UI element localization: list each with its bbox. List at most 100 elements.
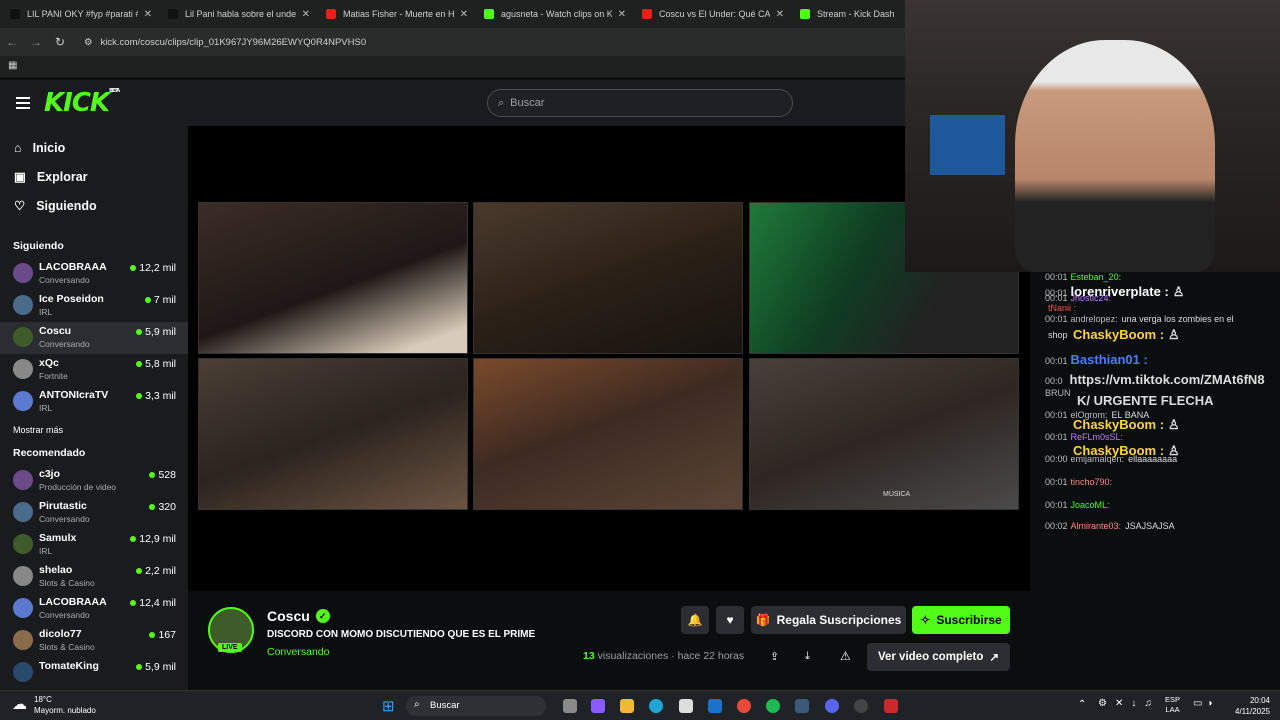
- start-icon[interactable]: ⊞: [382, 697, 395, 715]
- sidebar-channel[interactable]: Pirutastic Conversando 320: [0, 497, 188, 529]
- sidebar-channel[interactable]: LACOBRAAA Conversando 12,2 mil: [0, 258, 188, 290]
- avatar: [13, 295, 33, 315]
- back-icon[interactable]: ←: [0, 35, 24, 49]
- download-icon[interactable]: ⤓: [805, 650, 810, 663]
- site-info-icon[interactable]: ⚙: [84, 37, 93, 48]
- discord-icon[interactable]: [825, 699, 839, 713]
- full-video-button[interactable]: Ver video completo ↗: [867, 643, 1010, 671]
- tray-chevron-icon[interactable]: ⌃: [1078, 699, 1086, 710]
- chat-text: una verga los zombies en el: [1121, 314, 1234, 324]
- app-icon[interactable]: [884, 699, 898, 713]
- chat-timestamp: 00:02: [1045, 521, 1068, 531]
- sidebar-channel[interactable]: shelao Slots & Casino 2,2 mil: [0, 561, 188, 593]
- nav-following[interactable]: ♡ Siguiendo: [0, 191, 188, 220]
- live-dot-icon: [149, 504, 156, 510]
- chat-message: 00:01 Basthian01 :: [1045, 352, 1152, 367]
- sidebar-channel[interactable]: Coscu Conversando 5,9 mil: [0, 322, 188, 354]
- report-icon[interactable]: ⚠: [840, 649, 851, 663]
- viewer-count: 12,9 mil: [139, 533, 176, 545]
- sidebar-channel[interactable]: xQc Fortnite 5,8 mil: [0, 354, 188, 386]
- url-text[interactable]: kick.com/coscu/clips/clip_01K967JY96M26E…: [101, 37, 367, 48]
- task-view-icon[interactable]: [563, 699, 577, 713]
- tab-favicon-icon: [168, 9, 178, 19]
- sidebar-channel[interactable]: Samulx IRL 12,9 mil: [0, 529, 188, 561]
- sidebar-channel[interactable]: Ice Poseidon IRL 7 mil: [0, 290, 188, 322]
- external-link-icon: ↗: [989, 652, 1000, 664]
- store-icon[interactable]: [679, 699, 693, 713]
- browser-tab[interactable]: agusneta - Watch clips on Kick ✕: [474, 0, 632, 28]
- edge-icon[interactable]: [649, 699, 663, 713]
- nav-explore[interactable]: ▣ Explorar: [0, 162, 188, 191]
- sidebar-channel[interactable]: LACOBRAAA Conversando 12,4 mil: [0, 593, 188, 625]
- live-dot-icon: [136, 393, 143, 399]
- obs-icon[interactable]: [854, 699, 868, 713]
- browser-tab[interactable]: LIL PANI OKY #fyp #parati #oky ✕: [0, 0, 158, 28]
- kick-logo[interactable]: KICKBETA: [44, 88, 120, 118]
- chrome-icon[interactable]: [737, 699, 751, 713]
- spotify-icon[interactable]: [766, 699, 780, 713]
- sidebar-channel[interactable]: TomateKing 5,9 mil: [0, 657, 188, 689]
- reload-icon[interactable]: ↻: [48, 35, 72, 49]
- show-more-link[interactable]: Mostrar más: [0, 425, 188, 435]
- channel-name[interactable]: Coscu ✓: [267, 608, 330, 624]
- chat-message: ChaskyBoom : ♙: [1070, 327, 1180, 343]
- browser-tab[interactable]: Lil Pani habla sobre el under ✕: [158, 0, 316, 28]
- chat-username: ReFLm0sSL:: [1070, 432, 1124, 442]
- verified-icon: ✓: [315, 609, 330, 623]
- notifications-button[interactable]: 🔔: [681, 606, 709, 634]
- apps-icon[interactable]: ▦: [8, 60, 17, 71]
- close-tab-icon[interactable]: ✕: [776, 9, 784, 20]
- network-volume-icons[interactable]: ▭◗: [1193, 698, 1219, 709]
- avatar: [13, 391, 33, 411]
- follow-button[interactable]: ♥: [716, 606, 744, 634]
- taskbar-search[interactable]: Buscar: [406, 696, 546, 716]
- channel-category: Conversando: [39, 610, 90, 620]
- gift-subs-button[interactable]: 🎁 Regala Suscripciones: [751, 606, 906, 634]
- sidebar: ⌂ Inicio ▣ Explorar ♡ Siguiendo Siguiendo L…: [0, 126, 188, 690]
- copilot-icon[interactable]: [591, 699, 605, 713]
- tray-icons[interactable]: ⚙✕↓♫: [1098, 698, 1160, 709]
- chat-message: ChaskyBoom : ♙: [1070, 417, 1180, 433]
- tab-favicon-icon: [10, 9, 20, 19]
- home-icon: ⌂: [14, 140, 22, 155]
- live-dot-icon: [136, 361, 143, 367]
- sidebar-channel[interactable]: dicolo77 Slots & Casino 167: [0, 625, 188, 657]
- viewer-count: 5,8 mil: [145, 358, 176, 370]
- chat-timestamp: 00:0: [1045, 376, 1063, 386]
- chat-timestamp: 00:01: [1045, 272, 1068, 282]
- close-tab-icon[interactable]: ✕: [460, 9, 468, 20]
- clip-info: LIVE Coscu ✓ DISCORD CON MOMO DISCUTIENDO…: [188, 591, 1030, 690]
- outlook-icon[interactable]: [708, 699, 722, 713]
- channel-name: xQc: [39, 357, 59, 369]
- sidebar-channel[interactable]: ANTONIcraTV IRL 3,3 mil: [0, 386, 188, 418]
- search-input[interactable]: ⌕ Buscar: [487, 89, 793, 117]
- steam-icon[interactable]: [795, 699, 809, 713]
- nav-home[interactable]: ⌂ Inicio: [0, 133, 188, 162]
- close-tab-icon[interactable]: ✕: [302, 9, 310, 20]
- menu-icon[interactable]: [16, 94, 30, 112]
- video-tile: [473, 202, 743, 354]
- clock[interactable]: 20:04 4/11/2025: [1228, 695, 1270, 717]
- chat-timestamp: 00:00: [1045, 454, 1068, 464]
- live-dot-icon: [149, 632, 156, 638]
- viewer-count: 12,2 mil: [139, 262, 176, 274]
- chat-overlay: 00:01 Esteban_20: 00:01 lorenriverplate : ♙ 0…: [1030, 272, 1280, 602]
- viewer-count: 320: [158, 501, 176, 513]
- share-icon[interactable]: ⇪: [770, 650, 779, 663]
- viewer-count: 7 mil: [153, 294, 176, 306]
- channel-category: IRL: [39, 403, 53, 413]
- close-tab-icon[interactable]: ✕: [144, 9, 152, 20]
- stream-category[interactable]: Conversando: [267, 646, 329, 658]
- forward-icon[interactable]: →: [24, 35, 48, 49]
- browser-tab[interactable]: Coscu vs El Under: Qué CARAJO ✕: [632, 0, 790, 28]
- language-indicator[interactable]: ESP LAA: [1165, 695, 1180, 715]
- star-icon: ✧: [920, 613, 931, 627]
- sidebar-channel[interactable]: c3jo Producción de video 528: [0, 465, 188, 497]
- kick-header: KICKBETA ⌕ Buscar: [0, 80, 1030, 126]
- close-tab-icon[interactable]: ✕: [618, 9, 626, 20]
- subscribe-button[interactable]: ✧ Suscribirse: [912, 606, 1010, 634]
- browser-tab[interactable]: Matias Fisher - Muerte en Halle ✕: [316, 0, 474, 28]
- file-explorer-icon[interactable]: [620, 699, 634, 713]
- video-player[interactable]: MÚSICA: [188, 126, 1030, 591]
- channel-category: Slots & Casino: [39, 642, 95, 652]
